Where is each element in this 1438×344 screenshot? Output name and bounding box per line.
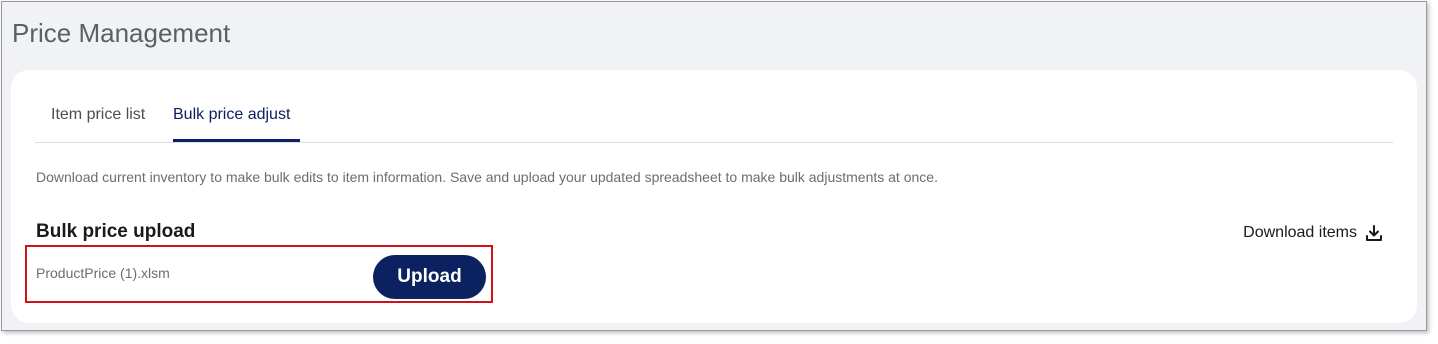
tab-bulk-price-adjust[interactable]: Bulk price adjust xyxy=(173,106,290,138)
selected-filename: ProductPrice (1).xlsm xyxy=(36,265,170,281)
download-items-label: Download items xyxy=(1243,224,1357,241)
app-window: Price Management Item price list Bulk pr… xyxy=(1,1,1427,331)
download-icon xyxy=(1365,224,1383,242)
active-tab-indicator xyxy=(173,139,300,142)
tab-item-price-list[interactable]: Item price list xyxy=(51,106,145,138)
section-title: Bulk price upload xyxy=(36,221,196,242)
page-title: Price Management xyxy=(12,18,231,48)
tab-bar: Item price list Bulk price adjust xyxy=(35,96,1393,143)
content-card: Item price list Bulk price adjust Downlo… xyxy=(11,70,1417,323)
description-text: Download current inventory to make bulk … xyxy=(36,169,938,185)
upload-button[interactable]: Upload xyxy=(373,255,486,299)
download-items-link[interactable]: Download items xyxy=(1243,224,1383,242)
